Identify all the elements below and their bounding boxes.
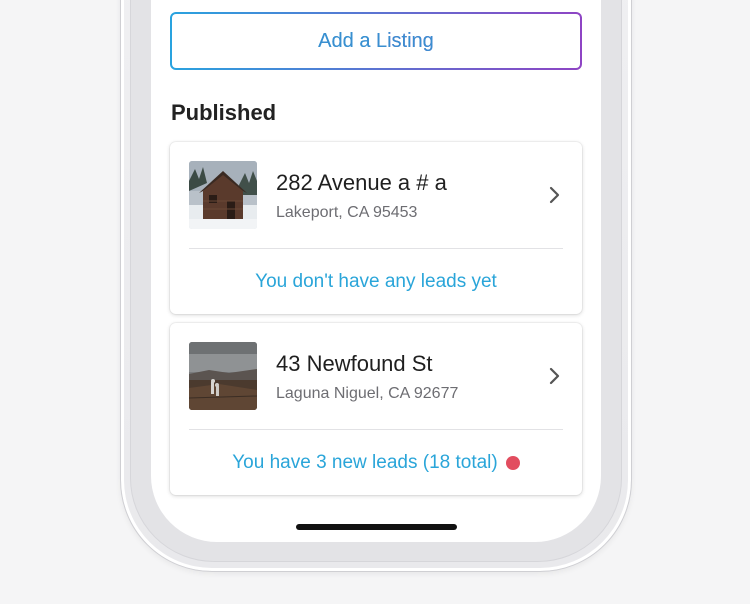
home-indicator: [296, 524, 457, 530]
add-listing-label: Add a Listing: [318, 29, 434, 52]
add-listing-button-inner: Add a Listing: [172, 14, 580, 68]
listing-address: 43 Newfound St: [276, 351, 433, 376]
listing-thumbnail: [189, 161, 257, 229]
listing-card: 43 Newfound St Laguna Niguel, CA 92677 Y…: [170, 323, 582, 495]
stage: Add a Listing Published 282 Avenue a # a…: [0, 0, 750, 604]
listing-row-link[interactable]: 282 Avenue a # a Lakeport, CA 95453: [170, 142, 582, 248]
leads-text: You don't have any leads yet: [255, 270, 497, 292]
listing-card: 282 Avenue a # a Lakeport, CA 95453 You …: [170, 142, 582, 314]
listing-address: 282 Avenue a # a: [276, 170, 447, 195]
new-leads-indicator: [505, 455, 520, 470]
leads-text: You have 3 new leads (18 total): [232, 451, 498, 473]
listing-row-link[interactable]: 43 Newfound St Laguna Niguel, CA 92677: [170, 323, 582, 429]
moorland-photo: [189, 342, 257, 410]
listing-thumbnail: [189, 342, 257, 410]
add-listing-button[interactable]: Add a Listing: [170, 12, 582, 70]
listing-city: Laguna Niguel, CA 92677: [276, 385, 459, 402]
chevron-right-icon: [548, 367, 562, 385]
cabin-photo: [189, 161, 257, 229]
section-heading-published: Published: [171, 100, 277, 125]
chevron-right-icon: [548, 186, 562, 204]
leads-link[interactable]: You don't have any leads yet: [170, 249, 582, 314]
leads-link[interactable]: You have 3 new leads (18 total): [170, 430, 582, 495]
listing-city: Lakeport, CA 95453: [276, 204, 418, 221]
phone-screen: Add a Listing Published 282 Avenue a # a…: [151, 0, 601, 542]
